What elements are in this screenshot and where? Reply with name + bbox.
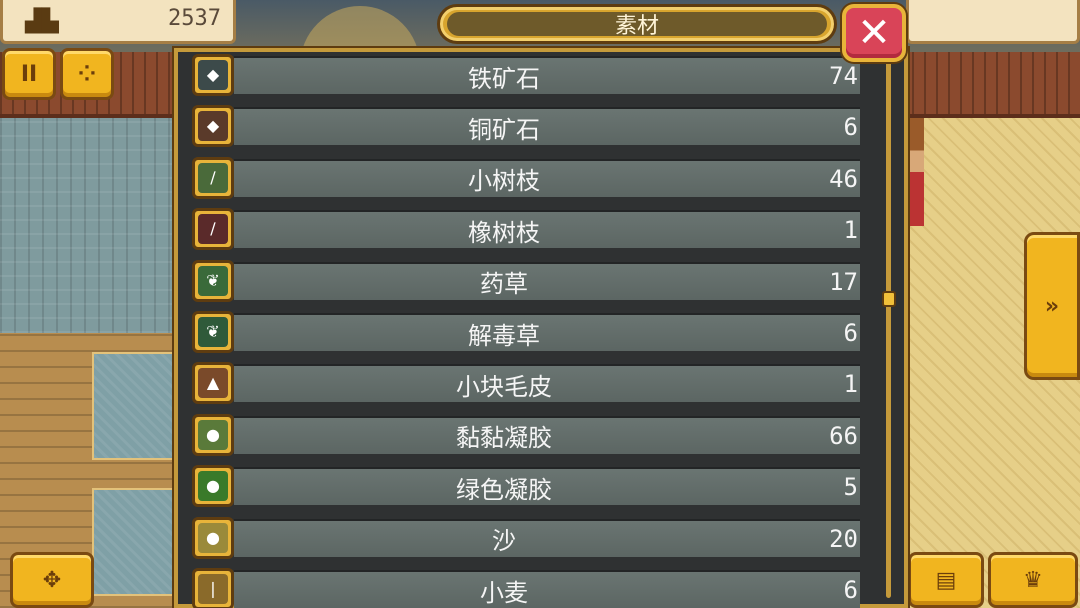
item-icon-frame: ▲ [192, 362, 234, 405]
item-count: 74 [829, 62, 858, 90]
item-count: 6 [843, 113, 858, 142]
item-count: 6 [843, 576, 858, 604]
item-name: 小麦 [480, 578, 528, 607]
item-name: 沙 [492, 527, 516, 556]
item-bar: 沙 20 [234, 518, 860, 557]
pause-button[interactable]: II [2, 48, 56, 100]
copper-ore-icon: ◆ [198, 111, 228, 142]
castle-resource-icon: ▟▙ [25, 9, 59, 34]
item-bar: 铁矿石 74 [234, 56, 860, 94]
list-item[interactable]: ● 沙 20 [192, 515, 860, 561]
item-name: 小块毛皮 [456, 372, 552, 401]
item-icon-frame: ❦ [192, 311, 234, 353]
gold-value: 2537 [168, 6, 221, 31]
list-item[interactable]: ❦ 解毒草 6 [192, 309, 860, 355]
item-name: 绿色凝胶 [456, 475, 552, 504]
item-count: 66 [829, 421, 858, 450]
list-item[interactable]: ❘ 小麦 6 [192, 566, 860, 608]
item-icon-frame: ● [192, 465, 234, 508]
item-bar: 解毒草 6 [234, 313, 860, 351]
item-name: 橡树枝 [468, 218, 540, 247]
gold-panel: ▟▙ 2537 [0, 0, 236, 44]
scroll-thumb[interactable] [882, 290, 896, 307]
stone-floor [0, 118, 175, 333]
book-icon: ▤ [935, 567, 957, 593]
item-bar: 橡树枝 1 [234, 210, 860, 249]
list-item[interactable]: ∕ 小树枝 46 [192, 155, 860, 201]
crown-icon: ♛ [1023, 567, 1043, 593]
floor-tile [92, 488, 176, 596]
list-item[interactable]: ● 黏黏凝胶 66 [192, 412, 860, 458]
floor-tile [92, 352, 176, 460]
item-count: 6 [843, 319, 858, 347]
green-gel-icon: ● [198, 471, 228, 502]
inventory-button[interactable]: ⁘ [60, 48, 114, 100]
item-count: 20 [829, 524, 858, 553]
item-icon-frame: ∕ [192, 156, 234, 199]
antidote-herb-icon: ❦ [198, 317, 228, 347]
oak-branch-icon: ∕ [198, 214, 228, 245]
item-icon-frame: ∕ [192, 208, 234, 251]
item-count: 17 [829, 267, 858, 296]
list-item[interactable]: ▲ 小块毛皮 1 [192, 360, 860, 406]
close-icon: ✕ [857, 10, 891, 56]
dialog-title-bar: 素材 [437, 4, 837, 44]
dpad-icon: ✥ [42, 567, 62, 593]
item-icon-frame: ◆ [192, 54, 234, 96]
pause-icon: II [20, 61, 38, 87]
iron-ore-icon: ◆ [198, 60, 228, 90]
item-bar: 药草 17 [234, 261, 860, 300]
item-bar: 小树枝 46 [234, 158, 860, 197]
twig-icon: ∕ [198, 162, 228, 193]
item-icon-frame: ● [192, 516, 234, 559]
herb-icon: ❦ [198, 265, 228, 296]
close-button[interactable]: ✕ [842, 4, 906, 62]
item-name: 铁矿石 [468, 64, 540, 93]
item-name: 药草 [480, 270, 528, 299]
item-name: 黏黏凝胶 [456, 424, 552, 453]
dpad-button[interactable]: ✥ [10, 552, 94, 608]
item-icon-frame: ❘ [192, 568, 234, 608]
item-name: 解毒草 [468, 321, 540, 350]
materials-list[interactable]: ◆ 铁矿石 74 ◆ 铜矿石 6 ∕ 小树枝 46 ∕ 橡树枝 1 ❦ 药草 17 ❦ 解毒草 6 ▲ 小块毛皮 1 ● 黏… [192, 52, 860, 608]
wheat-icon: ❘ [198, 574, 228, 604]
list-item[interactable]: ● 绿色凝胶 5 [192, 463, 860, 509]
dialog-title: 素材 [447, 12, 827, 39]
item-icon-frame: ❦ [192, 259, 234, 302]
item-icon-frame: ● [192, 413, 234, 456]
item-name: 小树枝 [468, 167, 540, 196]
item-count: 46 [829, 164, 858, 193]
item-bar: 黏黏凝胶 66 [234, 415, 860, 454]
item-count: 1 [843, 216, 858, 245]
item-name: 铜矿石 [468, 115, 540, 144]
item-count: 1 [843, 370, 858, 399]
coins-icon: ⁘ [77, 61, 97, 87]
status-panel [906, 0, 1080, 44]
player-character [906, 118, 924, 226]
item-bar: 绿色凝胶 5 [234, 467, 860, 506]
next-button[interactable]: » [1024, 232, 1080, 380]
list-item[interactable]: ◆ 铁矿石 74 [192, 52, 860, 98]
castle-button[interactable]: ♛ [988, 552, 1078, 608]
item-icon-frame: ◆ [192, 105, 234, 148]
fur-icon: ▲ [198, 368, 228, 399]
sticky-gel-icon: ● [198, 419, 228, 450]
list-item[interactable]: ∕ 橡树枝 1 [192, 206, 860, 252]
list-item[interactable]: ❦ 药草 17 [192, 258, 860, 304]
scroll-track [886, 52, 891, 598]
item-bar: 铜矿石 6 [234, 107, 860, 146]
item-bar: 小块毛皮 1 [234, 364, 860, 403]
list-item[interactable]: ◆ 铜矿石 6 [192, 103, 860, 149]
book-button[interactable]: ▤ [908, 552, 984, 608]
item-bar: 小麦 6 [234, 570, 860, 608]
fast-forward-icon: » [1044, 293, 1060, 319]
item-count: 5 [843, 473, 858, 502]
scrollbar[interactable] [882, 52, 896, 598]
sand-icon: ● [198, 522, 228, 553]
